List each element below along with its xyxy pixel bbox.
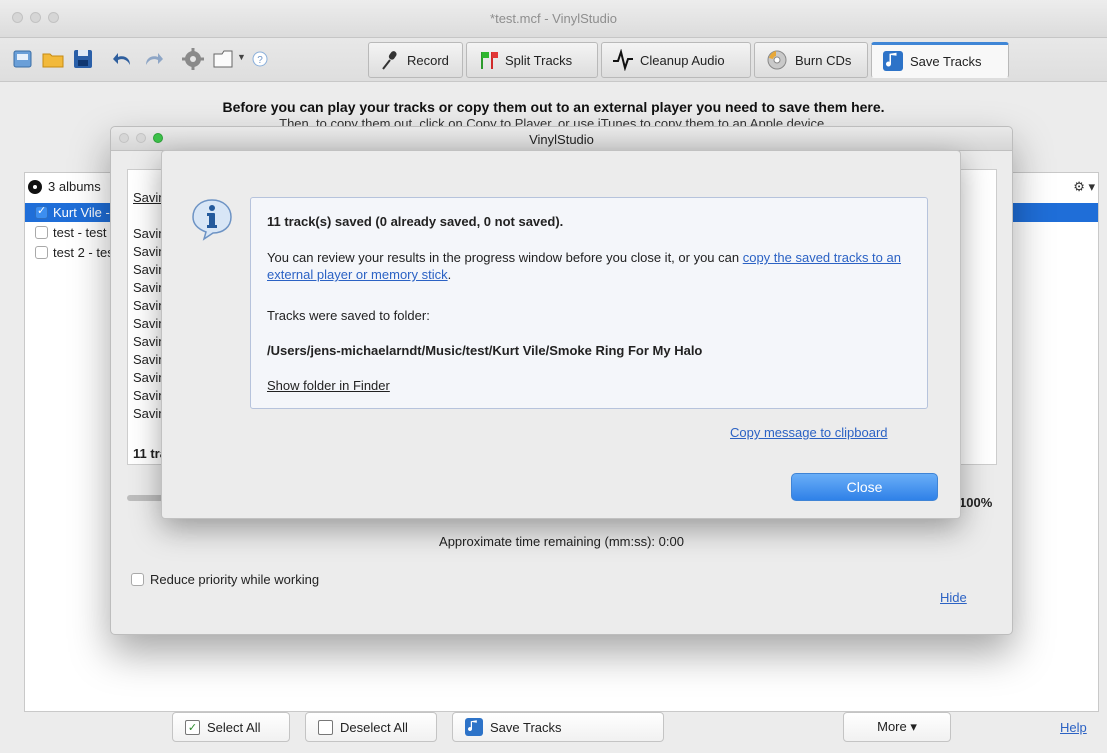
undo-icon[interactable] [110, 46, 136, 72]
review-text: You can review your results in the progr… [267, 249, 907, 283]
album-checkbox[interactable] [35, 246, 48, 259]
select-all-label: Select All [207, 719, 261, 735]
review-text-end: . [447, 267, 452, 282]
show-folder-link[interactable]: Show folder in Finder [267, 378, 390, 393]
album-label: test - test [53, 225, 107, 240]
progress-title: VinylStudio [529, 132, 594, 147]
save-result-dialog: 11 track(s) saved (0 already saved, 0 no… [161, 150, 961, 519]
flags-icon [481, 52, 498, 69]
toolbar: ▼ ? Record Split Tracks Cleanup Audio Bu… [0, 38, 1107, 82]
deselect-all-button[interactable]: Deselect All [305, 712, 437, 742]
tab-cleanup-audio-label: Cleanup Audio [640, 52, 725, 68]
deselect-all-label: Deselect All [340, 719, 408, 735]
folder-path: /Users/jens-michaelarndt/Music/test/Kurt… [267, 343, 703, 358]
open-folder-icon[interactable] [40, 46, 66, 72]
window-titlebar: *test.mcf - VinylStudio [0, 0, 1107, 38]
hide-link[interactable]: Hide [940, 590, 967, 605]
reduce-priority-label: Reduce priority while working [150, 572, 320, 587]
album-row[interactable]: test - test [25, 223, 106, 242]
help-link[interactable]: Help [1060, 720, 1087, 735]
save-disk-icon[interactable] [70, 46, 96, 72]
save-instruction: Before you can play your tracks or copy … [222, 99, 885, 115]
document-folder-icon[interactable] [210, 46, 236, 72]
checkbox-empty-icon [318, 719, 333, 735]
music-note-icon [465, 718, 483, 736]
progress-percent: 100% [959, 495, 993, 510]
saved-headline: 11 track(s) saved (0 already saved, 0 no… [267, 214, 564, 229]
tab-cleanup-audio[interactable]: Cleanup Audio [601, 42, 751, 78]
albums-count: 3 albums [48, 179, 101, 194]
folder-label: Tracks were saved to folder: [267, 308, 430, 323]
copy-to-clipboard-link[interactable]: Copy message to clipboard [730, 425, 888, 440]
tab-burn-cds-label: Burn CDs [795, 52, 852, 68]
microphone-icon [382, 51, 397, 70]
message-box: 11 track(s) saved (0 already saved, 0 no… [250, 197, 928, 409]
help-icon[interactable]: ? [252, 51, 268, 67]
select-all-button[interactable]: ✓ Select All [172, 712, 290, 742]
settings-gear-icon[interactable] [180, 46, 206, 72]
tab-record[interactable]: Record [368, 42, 463, 78]
more-button[interactable]: More ▾ [843, 712, 951, 742]
more-label: More ▾ [877, 719, 917, 734]
album-label: test 2 - test [53, 245, 118, 260]
progress-titlebar: VinylStudio [111, 127, 1012, 151]
album-checkbox[interactable] [35, 204, 48, 219]
new-project-icon[interactable] [10, 46, 36, 72]
redo-icon[interactable] [140, 46, 166, 72]
close-button[interactable]: Close [791, 473, 938, 501]
reduce-priority-checkbox[interactable] [131, 573, 144, 586]
time-remaining: Approximate time remaining (mm:ss): 0:00 [439, 534, 684, 549]
waveform-icon [613, 49, 633, 71]
vinyl-disc-icon [28, 179, 42, 194]
tab-save-tracks-label: Save Tracks [910, 53, 982, 69]
tab-record-label: Record [407, 52, 449, 68]
album-row[interactable]: test 2 - test [25, 243, 117, 262]
reduce-priority-option[interactable]: Reduce priority while working [131, 572, 319, 587]
window-title: *test.mcf - VinylStudio [490, 11, 617, 26]
checkbox-checked-icon: ✓ [185, 719, 200, 735]
cd-icon [767, 50, 787, 70]
svg-text:?: ? [257, 55, 263, 66]
album-checkbox[interactable] [35, 226, 48, 239]
music-note-icon [883, 51, 903, 71]
review-text-body: You can review your results in the progr… [267, 250, 743, 265]
info-icon [192, 199, 232, 241]
tab-burn-cds[interactable]: Burn CDs [754, 42, 868, 78]
albums-header: 3 albums [28, 179, 101, 194]
save-tracks-label: Save Tracks [490, 719, 562, 735]
gear-menu-button[interactable]: ⚙ ▾ [1073, 179, 1095, 195]
tab-split-tracks[interactable]: Split Tracks [466, 42, 598, 78]
tab-split-tracks-label: Split Tracks [505, 52, 573, 68]
save-tracks-button[interactable]: Save Tracks [452, 712, 664, 742]
chevron-down-icon[interactable]: ▼ [237, 52, 246, 62]
tab-save-tracks[interactable]: Save Tracks [871, 42, 1009, 78]
